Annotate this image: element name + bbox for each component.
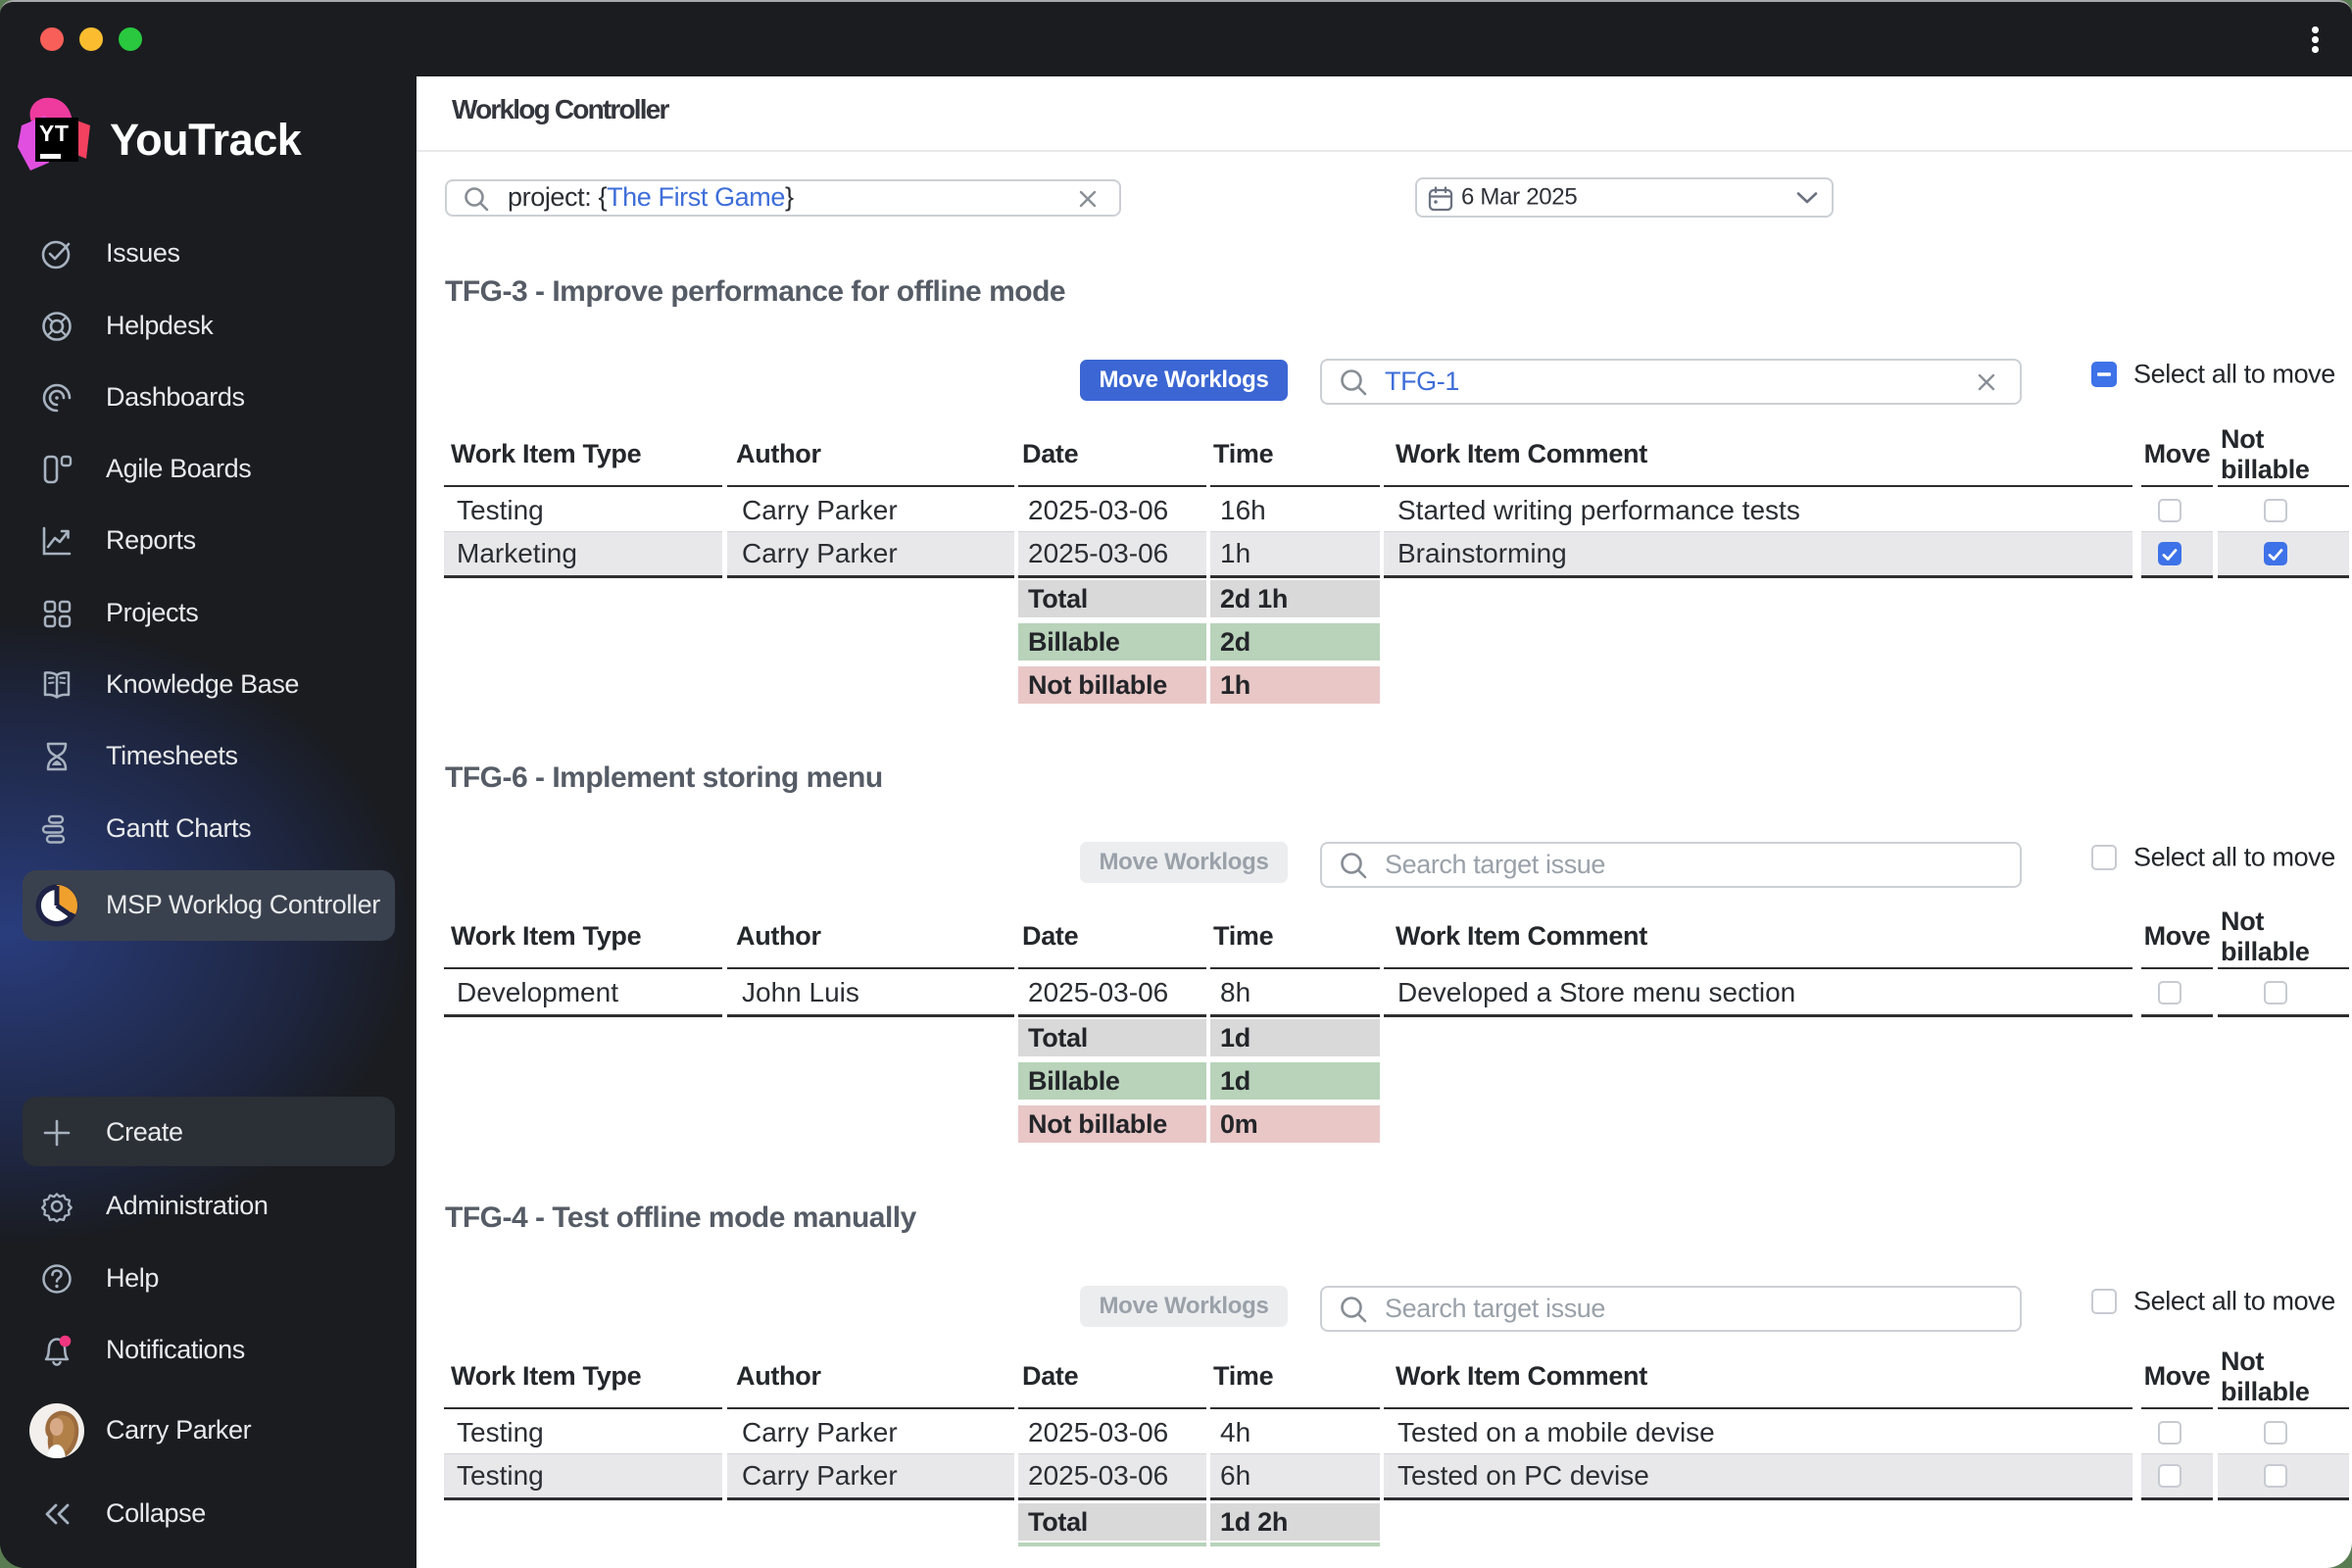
svg-text:YT: YT [39, 121, 69, 146]
